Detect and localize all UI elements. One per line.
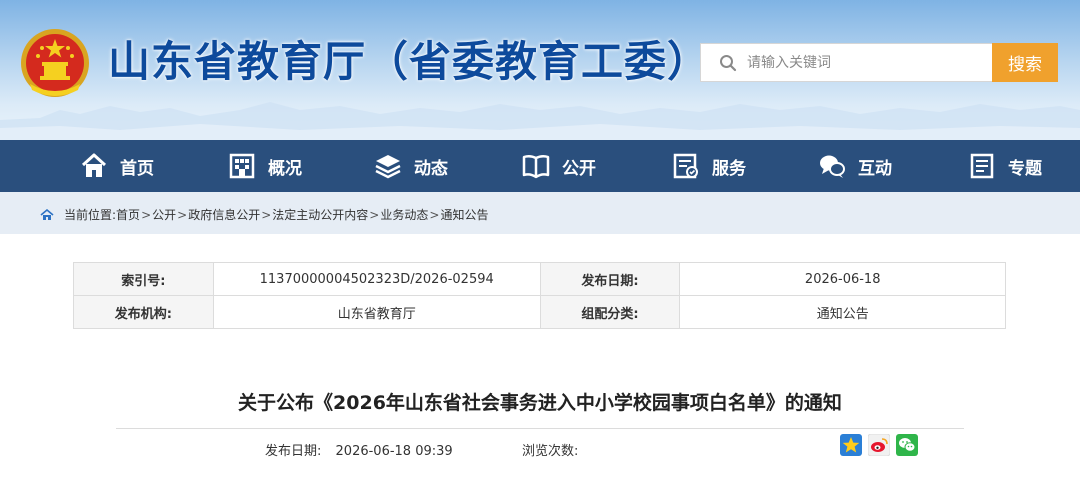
- nav-item-home[interactable]: 首页: [80, 140, 154, 192]
- qzone-star-icon[interactable]: [840, 434, 862, 456]
- nav-item-services[interactable]: 服务: [672, 140, 746, 192]
- nav-item-public[interactable]: 公开: [522, 140, 596, 192]
- nav-label: 概况: [268, 158, 302, 179]
- stack-icon: [375, 155, 401, 179]
- breadcrumb-separator: >: [369, 207, 380, 222]
- nav-item-interaction[interactable]: 互动: [818, 140, 892, 192]
- wechat-icon[interactable]: [896, 434, 918, 456]
- publish-date-value: 2026-06-18 09:39: [335, 444, 453, 459]
- article-publish-date: 发布日期: 2026-06-18 09:39: [265, 440, 453, 459]
- breadcrumb-separator: >: [429, 207, 440, 222]
- publisher-value: 山东省教育厅: [212, 295, 541, 329]
- nav-label: 动态: [414, 158, 448, 179]
- index-number-value: 11370000004502323D/2026-02594: [212, 262, 541, 296]
- book-icon: [522, 154, 550, 179]
- nav-item-overview[interactable]: 概况: [228, 140, 302, 192]
- nav-label: 首页: [120, 158, 154, 179]
- breadcrumb-prefix: 当前位置:: [64, 208, 117, 222]
- nav-label: 公开: [562, 158, 596, 179]
- breadcrumb-link-public[interactable]: 公开: [152, 206, 176, 223]
- home-icon: [81, 153, 107, 177]
- publish-date-label: 发布日期:: [265, 444, 322, 459]
- breadcrumb-separator: >: [261, 207, 272, 222]
- category-label: 组配分类:: [539, 295, 681, 329]
- article-title: 关于公布《2026年山东省社会事务进入中小学校园事项白名单》的通知: [238, 392, 842, 414]
- view-count: 浏览次数:: [522, 440, 578, 459]
- document-icon: [970, 153, 994, 179]
- index-number-label: 索引号:: [73, 262, 214, 296]
- nav-item-news[interactable]: 动态: [374, 140, 448, 192]
- publisher-label: 发布机构:: [73, 295, 214, 329]
- publish-date-value: 2026-06-18: [679, 262, 1006, 296]
- nav-label: 服务: [712, 158, 746, 179]
- search-button[interactable]: 搜索: [992, 43, 1058, 82]
- site-header: 山东省教育厅（省委教育工委） 搜索: [0, 0, 1080, 140]
- chat-icon: [820, 155, 845, 178]
- breadcrumb-separator: >: [177, 207, 188, 222]
- nav-label: 专题: [1008, 158, 1042, 179]
- nav-item-topics[interactable]: 专题: [968, 140, 1042, 192]
- breadcrumb-link-statutory[interactable]: 法定主动公开内容: [272, 206, 368, 223]
- main-nav: 首页 概况 动态 公开 服务 互动 专题: [0, 140, 1080, 192]
- view-count-label: 浏览次数:: [522, 444, 579, 459]
- nav-label: 互动: [858, 158, 892, 179]
- metadata-table: 索引号: 11370000004502323D/2026-02594 发布日期:…: [73, 262, 1006, 329]
- home-icon: [40, 208, 54, 220]
- breadcrumb-separator: >: [141, 207, 152, 222]
- publish-date-label: 发布日期:: [539, 262, 681, 296]
- search-icon: [720, 55, 737, 72]
- divider: [116, 428, 964, 429]
- table-row: 发布机构: 山东省教育厅 组配分类: 通知公告: [73, 295, 1006, 329]
- building-icon: [229, 153, 255, 179]
- weibo-icon[interactable]: [868, 434, 890, 456]
- search-box: [700, 43, 992, 82]
- national-emblem-icon: [21, 29, 89, 97]
- breadcrumb: 当前位置: 首页 > 公开 > 政府信息公开 > 法定主动公开内容 > 业务动态…: [40, 206, 488, 223]
- breadcrumb-link-business[interactable]: 业务动态: [380, 206, 428, 223]
- search-input[interactable]: [747, 52, 983, 74]
- site-title[interactable]: 山东省教育厅（省委教育工委）: [108, 34, 710, 90]
- service-icon: [673, 153, 698, 179]
- breadcrumb-link-gov-info[interactable]: 政府信息公开: [188, 206, 260, 223]
- breadcrumb-link-notices[interactable]: 通知公告: [440, 206, 488, 223]
- category-value: 通知公告: [679, 295, 1006, 329]
- table-row: 索引号: 11370000004502323D/2026-02594 发布日期:…: [73, 262, 1006, 296]
- breadcrumb-link-home[interactable]: 首页: [116, 206, 140, 223]
